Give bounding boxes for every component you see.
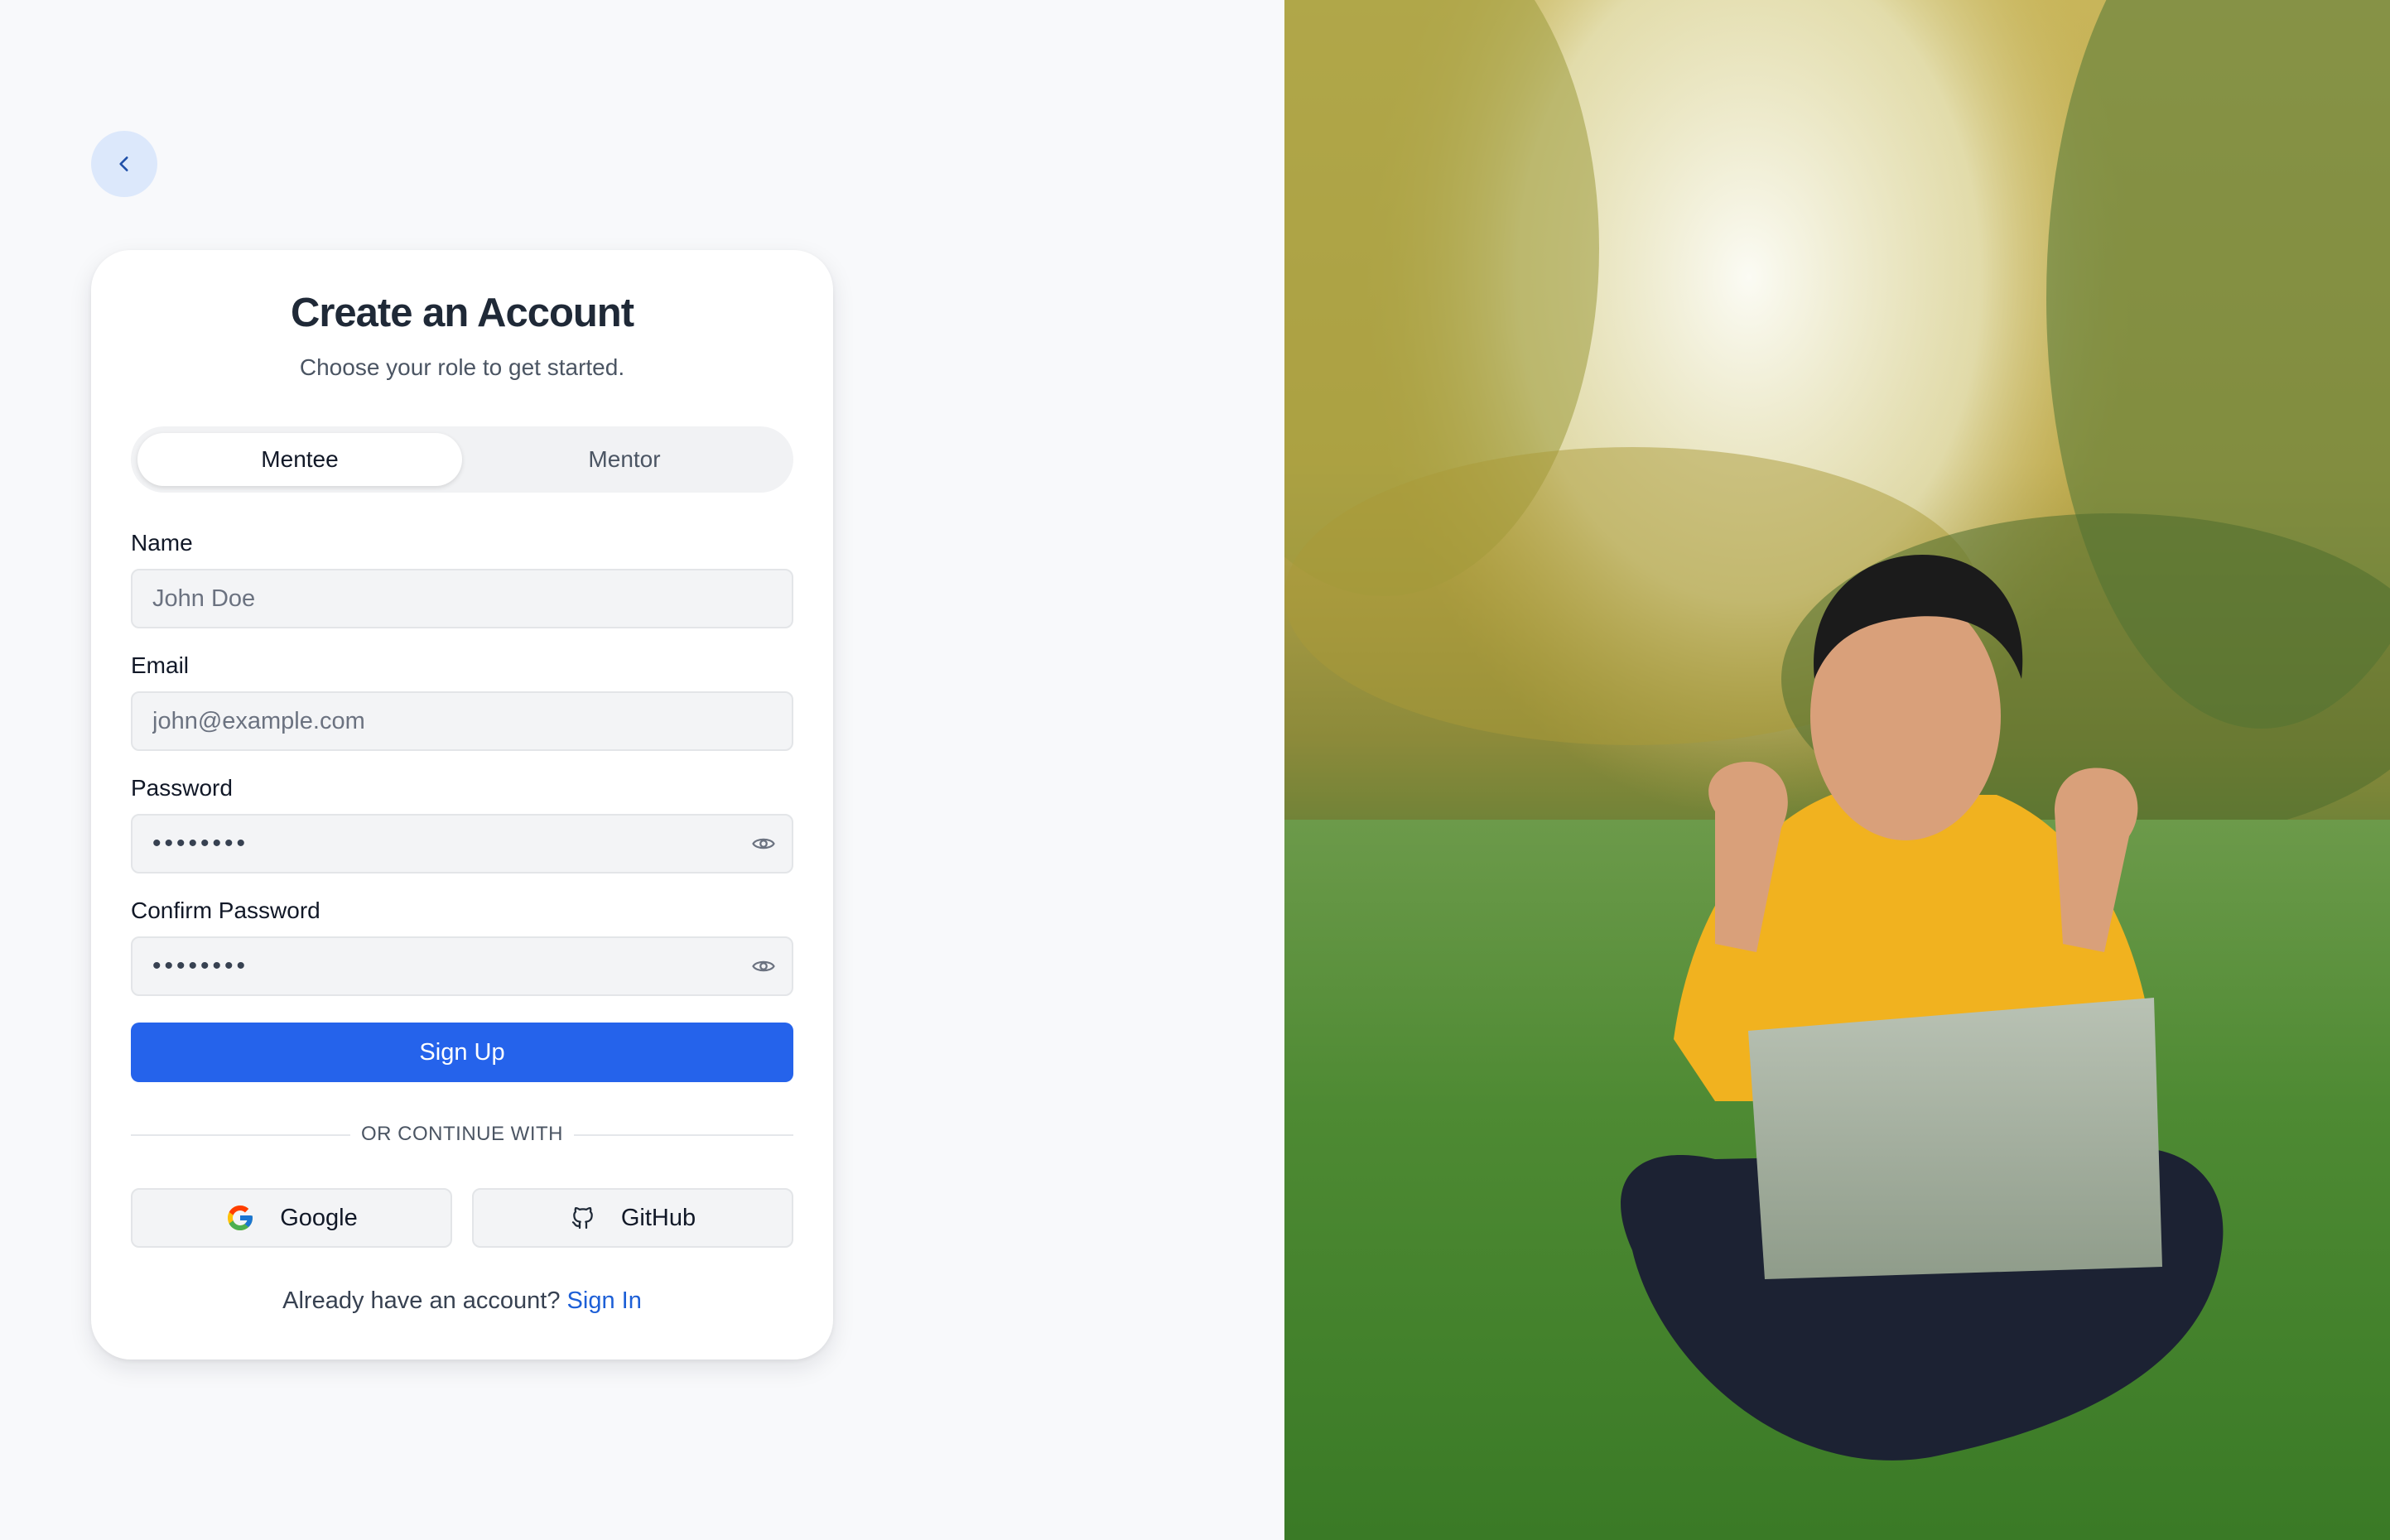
email-label: Email xyxy=(131,652,190,678)
chevron-left-icon xyxy=(119,156,128,171)
hero-photo-illustration xyxy=(1284,0,2390,1540)
google-button[interactable]: Google xyxy=(131,1188,452,1248)
eye-icon xyxy=(752,838,775,849)
signup-card: Create an Account Choose your role to ge… xyxy=(91,250,833,1360)
email-input[interactable] xyxy=(131,691,793,751)
google-icon xyxy=(228,1206,253,1230)
role-toggle: Mentee Mentor xyxy=(131,426,793,493)
name-label: Name xyxy=(131,530,193,556)
confirm-password-visibility-toggle[interactable] xyxy=(749,951,778,981)
github-label: GitHub xyxy=(620,1204,696,1231)
card-subtitle: Choose your role to get started. xyxy=(299,354,625,380)
divider-text: OR CONTINUE WITH xyxy=(361,1123,563,1145)
password-label: Password xyxy=(131,775,233,801)
confirm-password-label: Confirm Password xyxy=(131,898,320,923)
google-label: Google xyxy=(280,1204,358,1231)
back-button[interactable] xyxy=(91,131,157,197)
name-input[interactable] xyxy=(131,569,793,628)
eye-icon xyxy=(752,960,775,972)
hero-photo xyxy=(1284,0,2390,1540)
sign-up-button[interactable]: Sign Up xyxy=(131,1023,793,1082)
password-value: •••••••• xyxy=(152,830,249,857)
github-button[interactable]: GitHub xyxy=(472,1188,793,1248)
role-tab-mentor[interactable]: Mentor xyxy=(462,433,787,486)
confirm-password-value: •••••••• xyxy=(152,952,249,979)
sign-in-prompt-text: Already have an account? xyxy=(282,1287,561,1314)
password-visibility-toggle[interactable] xyxy=(749,829,778,859)
github-icon xyxy=(571,1206,593,1230)
sign-in-link[interactable]: Sign In xyxy=(567,1287,642,1314)
signup-pane: Create an Account Choose your role to ge… xyxy=(0,0,1284,1540)
sign-in-prompt: Already have an account? Sign In xyxy=(91,1287,833,1315)
role-tab-mentee[interactable]: Mentee xyxy=(137,433,462,486)
card-title: Create an Account xyxy=(290,291,634,335)
